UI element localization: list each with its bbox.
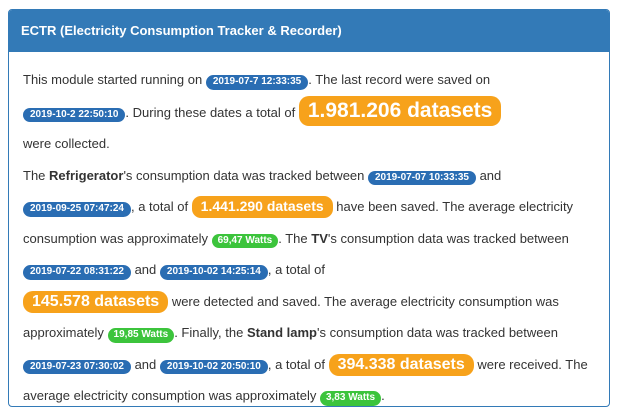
- ectr-panel: ECTR (Electricity Consumption Tracker & …: [8, 9, 610, 407]
- lamp-datasets-badge: 394.338 datasets: [328, 353, 474, 376]
- refrigerator-watts-badge: 69,47 Watts: [211, 233, 279, 248]
- refrigerator-datasets-badge: 1.441.290 datasets: [191, 196, 333, 218]
- text-fragment: .: [381, 388, 385, 403]
- text-fragment: . During these dates a total of: [125, 104, 299, 120]
- text-fragment: were collected.: [23, 136, 110, 151]
- text-fragment: . The: [278, 230, 312, 246]
- tv-datasets-badge: 145.578 datasets: [23, 290, 169, 313]
- tv-end-badge: 2019-10-02 14:25:14: [159, 265, 268, 280]
- tv-start-badge: 2019-07-22 08:31:22: [23, 265, 131, 280]
- refrigerator-name: Refrigerator: [49, 167, 124, 183]
- devices-paragraph: The Refrigerator's consumption data was …: [23, 160, 595, 407]
- panel-body: This module started running on 2019-07-7…: [9, 52, 609, 407]
- lamp-watts-badge: 3,83 Watts: [319, 391, 382, 406]
- text-fragment: , a total of: [267, 356, 329, 372]
- text-fragment: and: [130, 262, 160, 277]
- tv-name: TV: [311, 230, 328, 246]
- refrigerator-end-badge: 2019-09-25 07:47:24: [23, 202, 131, 217]
- text-fragment: and: [130, 356, 160, 372]
- panel-title: ECTR (Electricity Consumption Tracker & …: [9, 10, 609, 52]
- start-date-badge: 2019-07-7 12:33:35: [205, 75, 309, 90]
- stand-lamp-name: Stand lamp: [246, 325, 318, 340]
- refrigerator-start-badge: 2019-07-07 10:33:35: [368, 170, 476, 185]
- text-fragment: 's consumption data was tracked between: [123, 167, 368, 183]
- text-fragment: This module started running on: [23, 72, 206, 87]
- text-fragment: . The last record were saved on: [308, 72, 491, 87]
- text-fragment: The: [23, 167, 50, 183]
- summary-paragraph: This module started running on 2019-07-7…: [23, 64, 595, 160]
- text-fragment: . Finally, the: [174, 325, 247, 340]
- text-fragment: 's consumption data was tracked between: [317, 325, 558, 340]
- lamp-start-badge: 2019-07-23 07:30:02: [23, 359, 131, 374]
- tv-watts-badge: 19,85 Watts: [107, 328, 175, 343]
- text-fragment: , a total of: [267, 262, 325, 277]
- text-fragment: 's consumption data was tracked between: [327, 230, 569, 246]
- last-date-badge: 2019-10-2 22:50:10: [23, 107, 126, 122]
- lamp-end-badge: 2019-10-02 20:50:10: [159, 359, 268, 374]
- total-datasets-badge: 1.981.206 datasets: [298, 95, 502, 126]
- text-fragment: and: [475, 167, 502, 183]
- text-fragment: , a total of: [130, 199, 192, 214]
